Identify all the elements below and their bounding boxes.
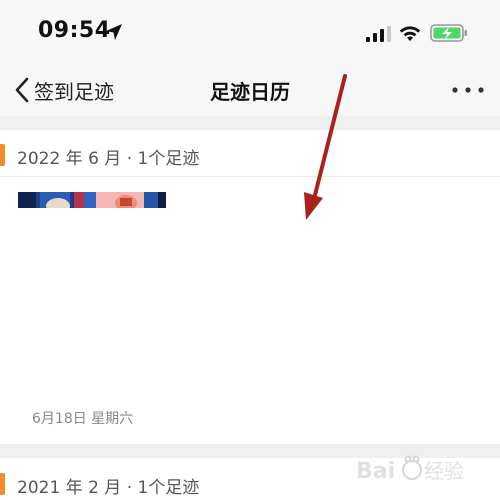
photo-image (18, 192, 166, 208)
more-dots-icon[interactable] (448, 84, 488, 96)
status-bar: 09:54 (0, 0, 500, 66)
month-section-title: 2022 年 6 月 · 1个足迹 (17, 149, 200, 169)
cellular-signal-icon (366, 26, 391, 42)
section-accent-bar (0, 144, 5, 166)
baidu-jingyan-watermark: Bai 经验 (356, 455, 464, 484)
divider (0, 176, 500, 177)
section-accent-bar (0, 473, 5, 495)
month-section-title: 2021 年 2 月 · 1个足迹 (17, 478, 200, 498)
footprint-date: 6月18日 星期六 (32, 411, 134, 427)
footprint-photo-thumbnail[interactable] (18, 192, 166, 208)
wifi-icon (399, 26, 421, 41)
location-arrow-icon (106, 24, 122, 40)
battery-charging-icon (430, 24, 467, 42)
month-section-header: 2022 年 6 月 · 1个足迹 (0, 133, 500, 177)
section-gap (0, 116, 500, 130)
status-time: 09:54 (38, 18, 111, 43)
page-title: 足迹日历 (210, 80, 290, 104)
svg-text:经验: 经验 (424, 459, 464, 483)
nav-bar: 签到足迹 足迹日历 (0, 66, 500, 116)
svg-text:Bai: Bai (356, 459, 395, 484)
